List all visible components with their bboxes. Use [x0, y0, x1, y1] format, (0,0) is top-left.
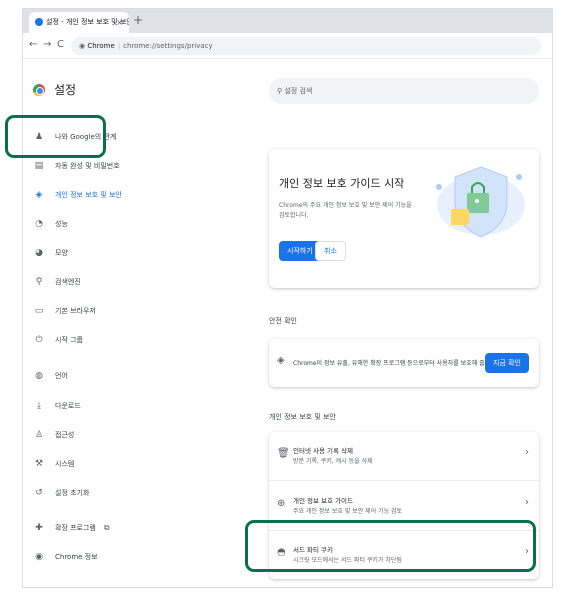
sidebar-item-power[interactable]: ⏻ 시작 그룹: [33, 329, 83, 351]
tab-strip: 설정 - 개인 정보 보호 및 보안 × +: [23, 9, 552, 33]
shield-illustration-icon: [436, 166, 525, 238]
sidebar-item-accessibility[interactable]: ♙ 접근성: [33, 424, 74, 446]
guide-description: Chrome의 주요 개인 정보 보호 및 보안 제어 기능을 검토합니다.: [279, 202, 412, 219]
tab-settings[interactable]: 설정 - 개인 정보 보호 및 보안 ×: [29, 12, 129, 33]
privacy-guide-card: 개인 정보 보호 가이드 시작 Chrome의 주요 개인 정보 보호 및 보안…: [269, 149, 539, 288]
search-icon: ⚲: [35, 277, 43, 287]
sidebar-item-label: 설정 초기화: [55, 489, 90, 497]
row-title: 개인 정보 보호 가이드: [293, 497, 354, 505]
settings-brand: 설정: [33, 81, 76, 98]
clipboard-icon: ▤: [34, 161, 44, 171]
sidebar-item-search[interactable]: ⚲ 검색엔진: [33, 271, 81, 293]
sidebar-item-browser[interactable]: ▭ 기본 브라우저: [33, 300, 96, 322]
guide-cancel-button[interactable]: 취소: [315, 241, 346, 261]
highlight-third-party-cookies: [245, 520, 536, 572]
row-title: 인터넷 사용 기록 삭제: [293, 447, 354, 455]
guide-title: 개인 정보 보호 가이드 시작: [279, 177, 405, 190]
sidebar-item-label: 언어: [55, 372, 68, 380]
globe-icon: ◍: [35, 371, 43, 381]
sidebar-item-shield[interactable]: ◈ 개인 정보 보호 및 보안: [33, 184, 122, 206]
sidebar-title: 설정: [54, 83, 77, 97]
power-icon: ⏻: [35, 335, 43, 345]
chevron-right-icon: ›: [525, 447, 529, 458]
sidebar-item-speedometer[interactable]: ◔ 성능: [33, 213, 68, 235]
reload-icon[interactable]: C: [57, 39, 64, 50]
toolbar: ← → C ◉ Chrome | chrome://settings/privacy: [23, 33, 552, 59]
sidebar-item-label: Chrome 정보: [55, 553, 98, 561]
sidebar-item-label: 검색엔진: [55, 278, 81, 286]
sidebar-item-globe[interactable]: ◍ 언어: [33, 365, 68, 387]
forward-icon[interactable]: →: [43, 39, 51, 50]
puzzle-icon: ✚: [35, 523, 43, 533]
divider: [269, 480, 539, 481]
sidebar-item-wrench[interactable]: ⚒ 시스템: [33, 453, 74, 475]
shield-icon: ◈: [35, 190, 43, 200]
sidebar-item-label: 성능: [55, 220, 68, 228]
compass-icon: ⊕: [277, 498, 286, 509]
new-tab-button[interactable]: +: [133, 13, 143, 27]
tab-close-icon[interactable]: ×: [116, 12, 123, 33]
settings-search-input[interactable]: ⚲ 설정 검색: [269, 78, 539, 104]
address-separator: |: [117, 42, 121, 50]
browser-window: 설정 - 개인 정보 보호 및 보안 × + ← → C ◉ Chrome | ch…: [22, 8, 553, 588]
row-subtitle: 방문 기록, 쿠키, 캐시 등을 삭제: [293, 458, 373, 465]
check-now-button[interactable]: 지금 확인: [485, 353, 529, 373]
sidebar-item-label: 확장 프로그램: [55, 524, 96, 532]
address-path: chrome://settings/privacy: [123, 42, 213, 50]
sidebar-item-label: 개인 정보 보호 및 보안: [55, 191, 122, 199]
sidebar-item-label: 시작 그룹: [55, 336, 83, 344]
sidebar-item-chrome[interactable]: ◉ Chrome 정보: [33, 546, 98, 568]
sidebar-item-label: 시스템: [55, 460, 75, 468]
sidebar-item-label: 기본 브라우저: [55, 307, 96, 315]
chrome-icon: ◉: [35, 552, 43, 562]
sidebar-item-label: 다운로드: [55, 402, 81, 410]
speedometer-icon: ◔: [35, 219, 43, 229]
safety-section-title: 안전 확인: [269, 317, 297, 325]
chrome-logo-icon: [33, 83, 45, 96]
sidebar-item-download[interactable]: ⤓ 다운로드: [33, 395, 81, 417]
privacy-section-title: 개인 정보 보호 및 보안: [269, 413, 336, 421]
palette-icon: ◕: [35, 248, 43, 258]
download-icon: ⤓: [37, 401, 41, 411]
sidebar-item-palette[interactable]: ◕ 모양: [33, 242, 68, 264]
privacy-row-clear-data[interactable]: 🗑 인터넷 사용 기록 삭제 방문 기록, 쿠키, 캐시 등을 삭제 ›: [269, 434, 539, 478]
sidebar-item-reset[interactable]: ↺ 설정 초기화: [33, 482, 89, 504]
sidebar-item-puzzle[interactable]: ✚ 확장 프로그램 ⧉: [33, 517, 110, 539]
chevron-right-icon: ›: [525, 497, 529, 508]
external-link-icon: ⧉: [103, 523, 110, 532]
row-subtitle: 주요 개인 정보 보호 및 보안 제어 기능 검토: [293, 508, 403, 515]
wrench-icon: ⚒: [34, 459, 44, 469]
address-bar[interactable]: ◉ Chrome | chrome://settings/privacy: [71, 37, 541, 55]
highlight-privacy-menu: [5, 115, 106, 158]
trash-icon: 🗑: [277, 448, 290, 459]
browser-icon: ▭: [34, 306, 44, 316]
sidebar-item-label: 접근성: [55, 431, 75, 439]
shield-check-icon: ◈: [277, 355, 285, 366]
accessibility-icon: ♙: [34, 430, 44, 440]
reset-icon: ↺: [35, 488, 43, 498]
settings-favicon-icon: [35, 18, 43, 26]
search-placeholder: 설정 검색: [284, 87, 313, 95]
safety-text: Chrome이 정보 유출, 유해한 확장 프로그램 등으로부터 사용자를 보호…: [293, 360, 498, 367]
sidebar-item-label: 자동 완성 및 비밀번호: [55, 162, 120, 170]
back-icon[interactable]: ←: [29, 39, 37, 50]
main-content: ⚲ 설정 검색 개인 정보 보호 가이드 시작 Chrome의 주요 개인 정보…: [253, 59, 552, 587]
sidebar-item-clipboard[interactable]: ▤ 자동 완성 및 비밀번호: [33, 155, 120, 177]
sidebar-item-label: 모양: [55, 249, 68, 257]
safety-check-card: ◈ Chrome이 정보 유출, 유해한 확장 프로그램 등으로부터 사용자를 …: [269, 339, 539, 387]
address-site: Chrome: [87, 42, 115, 50]
